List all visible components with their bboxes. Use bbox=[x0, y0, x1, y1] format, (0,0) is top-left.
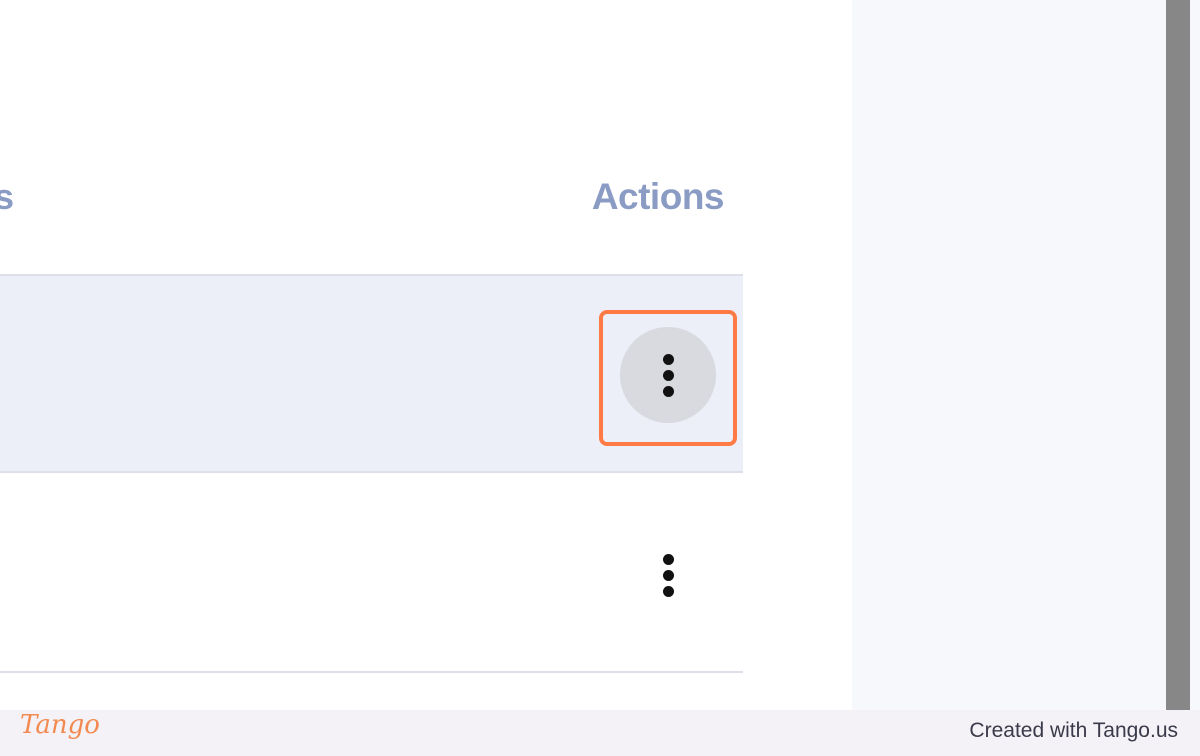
column-header-partial: s bbox=[0, 176, 15, 217]
created-with-credit: Created with Tango.us bbox=[969, 719, 1178, 742]
step-highlight-box bbox=[599, 310, 737, 446]
more-vert-icon bbox=[662, 553, 674, 597]
tango-logo: Tango bbox=[20, 710, 100, 740]
row-divider bbox=[0, 671, 743, 673]
table-row[interactable] bbox=[0, 473, 743, 671]
table-card: s Actions bbox=[0, 0, 852, 710]
window-edge bbox=[1190, 0, 1200, 710]
side-panel bbox=[852, 0, 1166, 710]
screenshot-stage: s Actions Tango Created with Tango.us bbox=[0, 0, 1200, 756]
row-actions-menu-button[interactable] bbox=[620, 527, 716, 623]
table-header-row: s Actions bbox=[0, 0, 743, 275]
scrollbar[interactable] bbox=[1166, 0, 1190, 710]
column-header-actions: Actions bbox=[591, 176, 725, 217]
